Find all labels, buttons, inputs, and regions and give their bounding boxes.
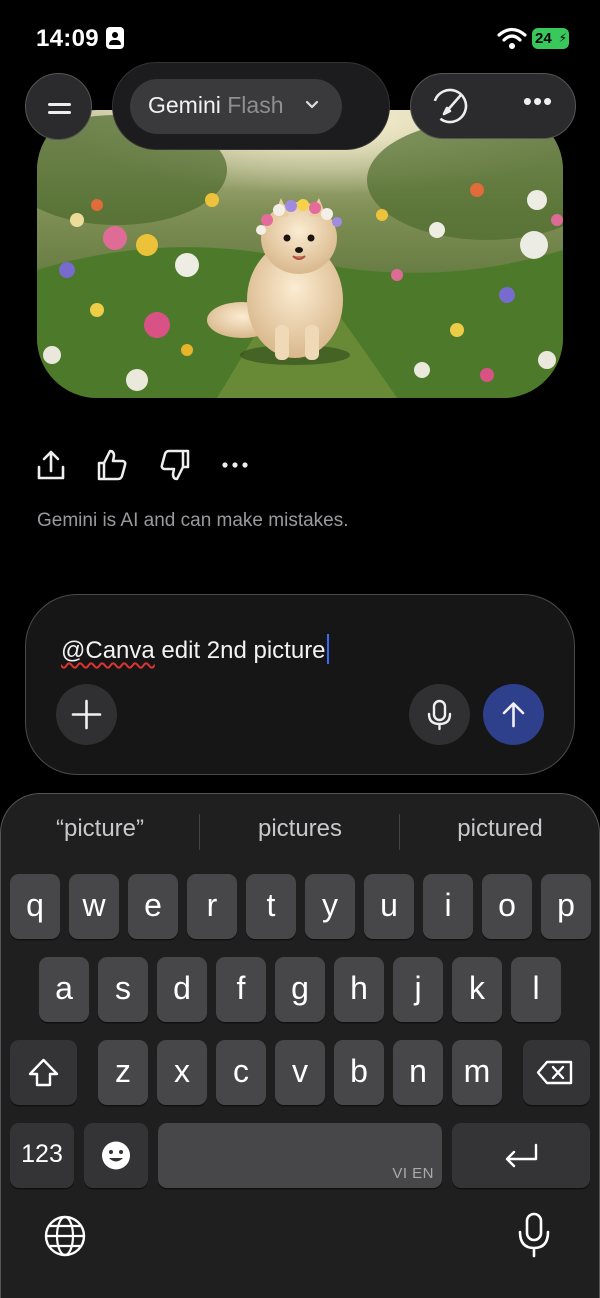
key-i[interactable]: i [423,874,473,939]
suggestion-2[interactable]: pictures [200,815,400,843]
key-g[interactable]: g [275,957,325,1022]
battery-charging-icon: 24 [532,28,569,49]
canva-mention: @Canva [61,637,155,664]
emoji-key[interactable] [84,1123,148,1188]
new-chat-icon[interactable] [430,86,470,126]
return-key[interactable] [452,1123,590,1188]
key-a[interactable]: a [39,957,89,1022]
add-icon [71,699,102,730]
numbers-key[interactable]: 123 [10,1123,74,1188]
return-icon [505,1143,538,1168]
contact-badge-icon [106,27,124,49]
key-y[interactable]: y [305,874,355,939]
thumbs-down-icon[interactable] [155,445,195,485]
key-w[interactable]: w [69,874,119,939]
dictation-microphone-icon[interactable] [514,1210,554,1260]
model-selector-label[interactable]: Gemini Flash [148,92,284,119]
status-bar: 14:09 24 [0,0,600,70]
share-icon[interactable] [31,445,71,485]
menu-icon-line [48,111,71,114]
emoji-icon [102,1141,130,1170]
backspace-icon [536,1060,573,1085]
key-r[interactable]: r [187,874,237,939]
key-u[interactable]: u [364,874,414,939]
wifi-icon [497,27,527,49]
send-arrow-icon [502,702,525,728]
key-v[interactable]: v [275,1040,325,1105]
key-o[interactable]: o [482,874,532,939]
menu-icon [48,103,71,106]
space-language-label: VI EN [392,1165,434,1182]
model-variant: Flash [227,92,284,118]
key-s[interactable]: s [98,957,148,1022]
globe-icon[interactable] [42,1213,88,1259]
status-time: 14:09 [36,25,99,52]
key-m[interactable]: m [452,1040,502,1105]
key-t[interactable]: t [246,874,296,939]
microphone-icon [427,699,452,731]
prompt-text: edit 2nd picture [154,637,326,664]
ai-disclaimer: Gemini is AI and can make mistakes. [37,510,349,531]
battery-level: 24 [535,30,552,47]
backspace-key[interactable] [523,1040,590,1105]
key-n[interactable]: n [393,1040,443,1105]
key-c[interactable]: c [216,1040,266,1105]
suggestion-1[interactable]: “picture” [0,815,200,843]
key-h[interactable]: h [334,957,384,1022]
more-icon[interactable] [215,445,255,485]
shift-icon [28,1058,59,1087]
menu-button[interactable] [25,73,92,140]
key-d[interactable]: d [157,957,207,1022]
key-x[interactable]: x [157,1040,207,1105]
model-name: Gemini [148,92,221,118]
key-p[interactable]: p [541,874,591,939]
key-e[interactable]: e [128,874,178,939]
key-l[interactable]: l [511,957,561,1022]
key-j[interactable]: j [393,957,443,1022]
add-attachment-button[interactable] [56,684,117,745]
generated-dog-image[interactable] [37,110,563,398]
key-z[interactable]: z [98,1040,148,1105]
voice-input-button[interactable] [409,684,470,745]
key-b[interactable]: b [334,1040,384,1105]
shift-key[interactable] [10,1040,77,1105]
prompt-input[interactable]: @Canva edit 2nd picture [61,634,330,665]
more-options-button[interactable]: ••• [518,88,558,120]
dog-in-flower-meadow-illustration [37,110,563,398]
key-k[interactable]: k [452,957,502,1022]
key-f[interactable]: f [216,957,266,1022]
thumbs-up-icon[interactable] [92,445,132,485]
send-button[interactable] [483,684,544,745]
key-q[interactable]: q [10,874,60,939]
space-key[interactable]: VI EN [158,1123,442,1188]
suggestion-3[interactable]: pictured [400,815,600,843]
text-caret [326,634,330,664]
chevron-down-icon [305,100,319,109]
